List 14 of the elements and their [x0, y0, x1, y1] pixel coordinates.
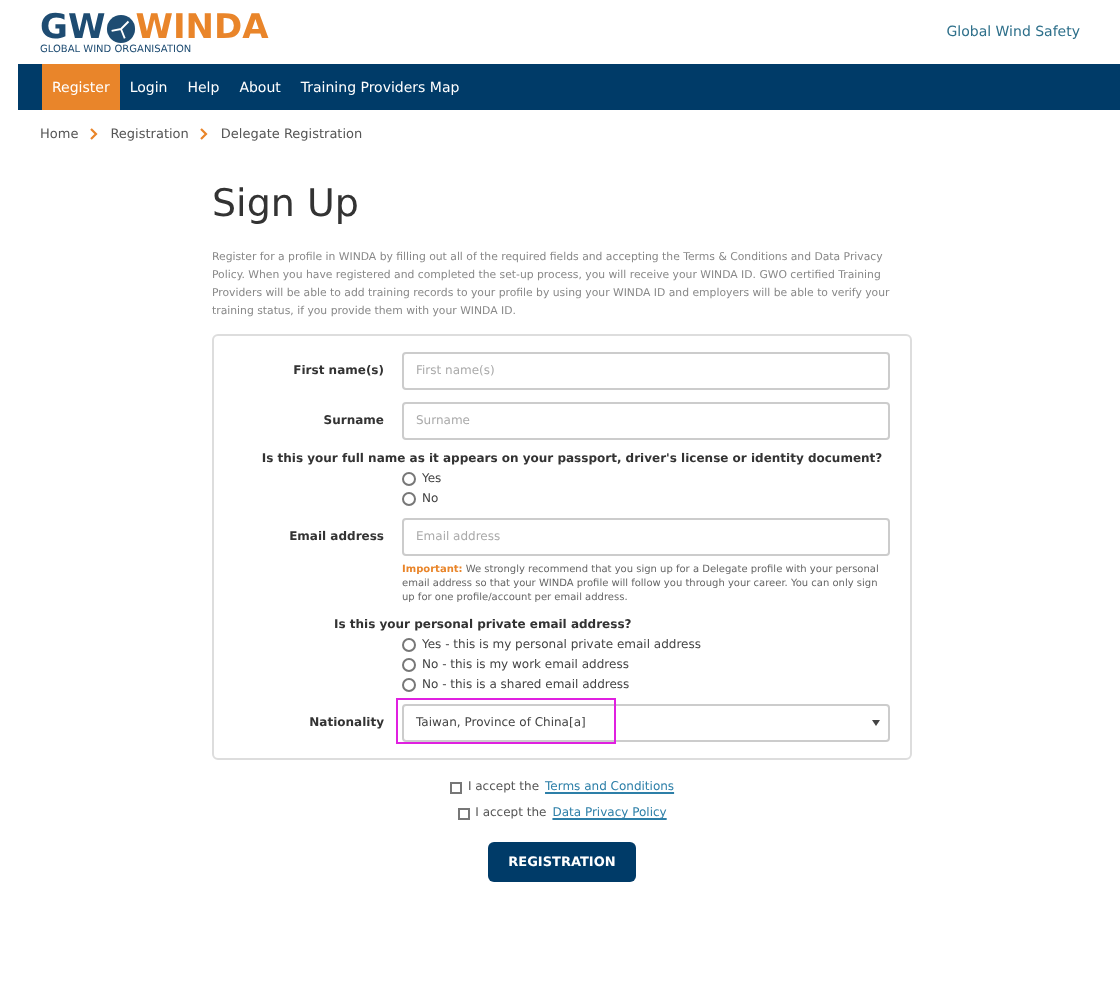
radio-button[interactable]: [402, 472, 416, 486]
logo-text: WINDA: [135, 10, 269, 46]
radio-button[interactable]: [402, 678, 416, 692]
turbine-icon: [105, 13, 136, 43]
logo-text: GW: [40, 10, 106, 46]
radio-button[interactable]: [402, 492, 416, 506]
radio-button[interactable]: [402, 658, 416, 672]
checkbox[interactable]: [449, 781, 462, 793]
page-title: Sign Up: [212, 182, 361, 226]
caret-icon: [872, 720, 880, 726]
checkbox[interactable]: [457, 807, 470, 819]
radio-button[interactable]: [402, 638, 416, 652]
chevron-icon: [90, 128, 99, 140]
chevron-icon: [200, 128, 209, 140]
